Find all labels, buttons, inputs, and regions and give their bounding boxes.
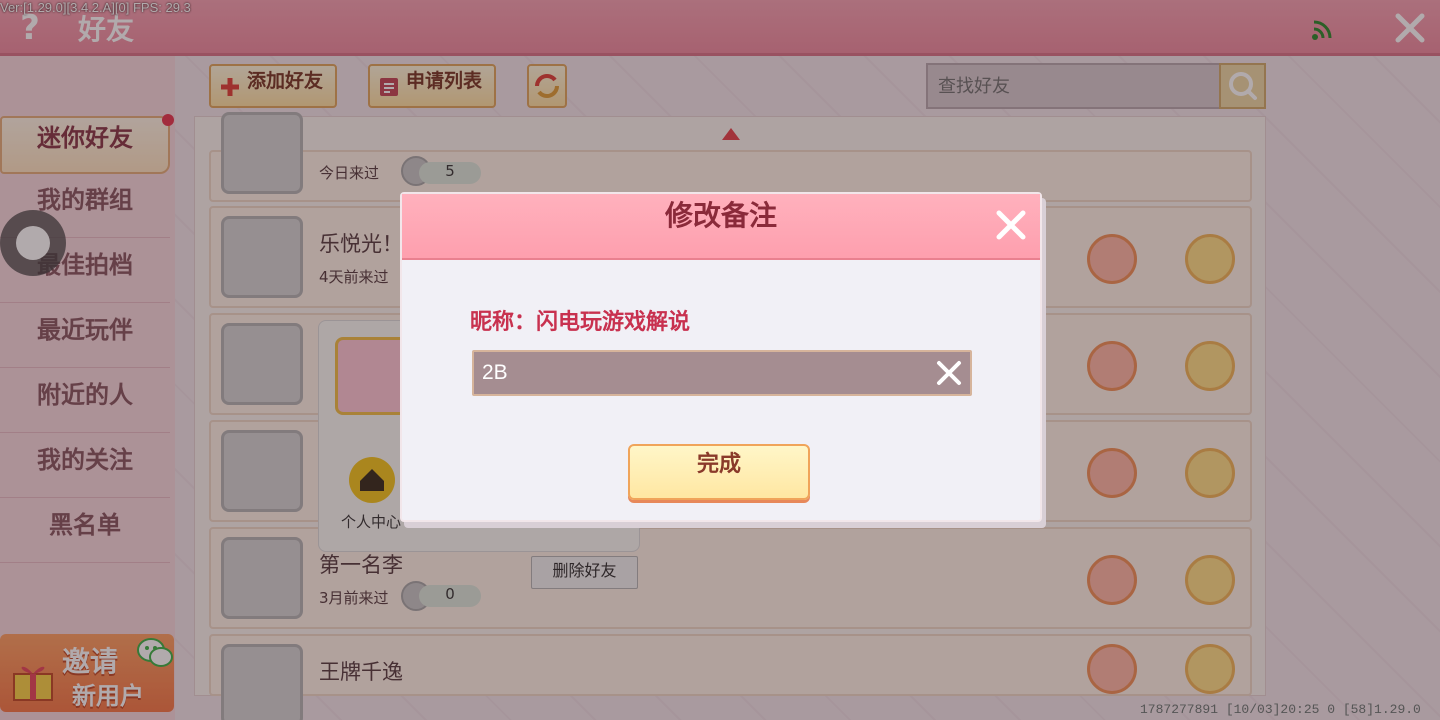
footer-info: 1787277891 [10/03]20:25 0 [58]1.29.0 — [1140, 702, 1421, 717]
done-button[interactable]: 完成 — [628, 444, 810, 500]
remark-input[interactable]: 2B — [472, 350, 972, 396]
edit-remark-dialog: 修改备注 昵称：闪电玩游戏解说 2B 完成 — [400, 192, 1042, 522]
nickname-label: 昵称：闪电玩游戏解说 — [470, 310, 691, 335]
close-icon[interactable] — [994, 208, 1028, 242]
dialog-title: 修改备注 — [664, 199, 777, 232]
clear-input-icon[interactable] — [936, 360, 962, 386]
dialog-header: 修改备注 — [402, 194, 1040, 260]
